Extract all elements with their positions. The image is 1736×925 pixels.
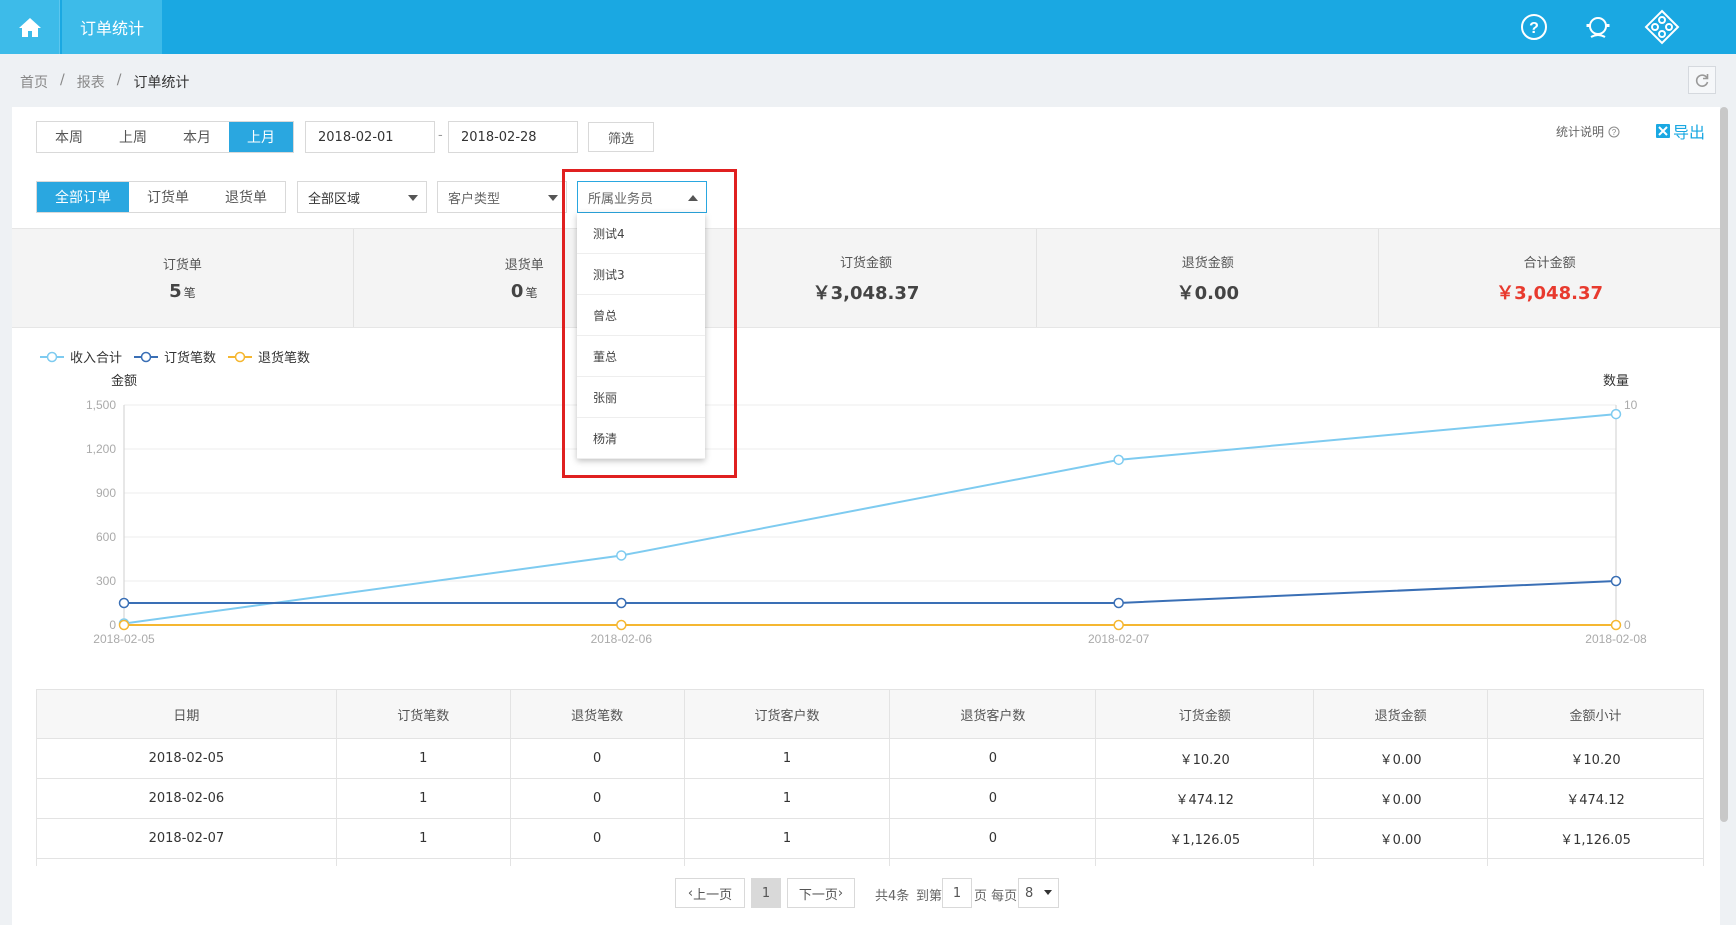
- table-cell: [335, 858, 511, 866]
- table-header-cell: 订货客户数: [683, 689, 891, 739]
- table-header-cell: 日期: [36, 689, 337, 739]
- table-cell: ￥1,126.05: [1095, 818, 1315, 859]
- caret-down-icon: [1044, 890, 1052, 895]
- goto-page-input[interactable]: 1: [942, 878, 972, 908]
- table-cell: [509, 858, 685, 866]
- page-scrollbar[interactable]: [1720, 107, 1728, 822]
- table-cell: 2018-02-05: [36, 738, 337, 779]
- table-row: 2018-02-05 1 0 1 0 ￥10.20 ￥0.00 ￥10.20: [36, 738, 1704, 779]
- table-header-cell: 金额小计: [1487, 689, 1704, 739]
- table-header-cell: 退货笔数: [509, 689, 685, 739]
- table-cell: ￥474.12: [1487, 778, 1704, 819]
- next-page-label: 下一页: [798, 887, 838, 903]
- annotation-highlight-box: [562, 169, 737, 478]
- table-cell: ￥0.00: [1313, 738, 1489, 779]
- table-cell: ￥0.00: [1313, 778, 1489, 819]
- total-count-text: 共4条: [875, 889, 910, 904]
- per-page-value: 8: [1025, 885, 1034, 901]
- table-row: [36, 858, 1704, 866]
- table-header-row: 日期 订货笔数 退货笔数 订货客户数 退货客户数 订货金额 退货金额 金额小计: [36, 689, 1704, 739]
- table-cell: 0: [889, 818, 1097, 859]
- table-cell: 0: [509, 738, 685, 779]
- table-cell: ￥1,126.05: [1487, 818, 1704, 859]
- prev-page-button[interactable]: ‹ 上一页: [675, 878, 745, 908]
- goto-text: 到第: [916, 889, 943, 904]
- table-header-cell: 退货金额: [1313, 689, 1489, 739]
- table-clip: 日期 订货笔数 退货笔数 订货客户数 退货客户数 订货金额 退货金额 金额小计 2018-02…: [0, 0, 1736, 866]
- table-row: 2018-02-07 1 0 1 0 ￥1,126.05 ￥0.00 ￥1,126.05: [36, 818, 1704, 859]
- table-cell: 0: [509, 818, 685, 859]
- table-header-cell: 订货笔数: [335, 689, 511, 739]
- table-cell: 1: [683, 738, 891, 779]
- table-header-cell: 退货客户数: [889, 689, 1097, 739]
- table-cell: ￥10.20: [1487, 738, 1704, 779]
- prev-page-label: 上一页: [693, 887, 733, 903]
- table-cell: [683, 858, 891, 866]
- table-cell: 0: [889, 778, 1097, 819]
- table-cell: 1: [683, 778, 891, 819]
- table-cell: ￥474.12: [1095, 778, 1315, 819]
- table-cell: 1: [335, 778, 511, 819]
- table-cell: 1: [335, 818, 511, 859]
- table-row: 2018-02-06 1 0 1 0 ￥474.12 ￥0.00 ￥474.12: [36, 778, 1704, 819]
- table-cell: 0: [889, 738, 1097, 779]
- per-page-text: 页 每页: [974, 889, 1018, 904]
- table-cell: [1313, 858, 1489, 866]
- table-cell: 1: [335, 738, 511, 779]
- table-cell: 2018-02-06: [36, 778, 337, 819]
- stats-table: 日期 订货笔数 退货笔数 订货客户数 退货客户数 订货金额 退货金额 金额小计 2018-02…: [36, 689, 1704, 866]
- table-cell: [36, 858, 337, 866]
- next-page-button[interactable]: 下一页 ›: [787, 878, 855, 908]
- table-cell: ￥0.00: [1313, 818, 1489, 859]
- table-cell: 0: [509, 778, 685, 819]
- table-cell: ￥10.20: [1095, 738, 1315, 779]
- table-cell: [1487, 858, 1704, 866]
- page-1-button[interactable]: 1: [751, 878, 781, 908]
- table-cell: [889, 858, 1097, 866]
- table-header-cell: 订货金额: [1095, 689, 1315, 739]
- table-cell: [1095, 858, 1315, 866]
- table-cell: 1: [683, 818, 891, 859]
- per-page-select[interactable]: 8: [1018, 878, 1059, 908]
- table-cell: 2018-02-07: [36, 818, 337, 859]
